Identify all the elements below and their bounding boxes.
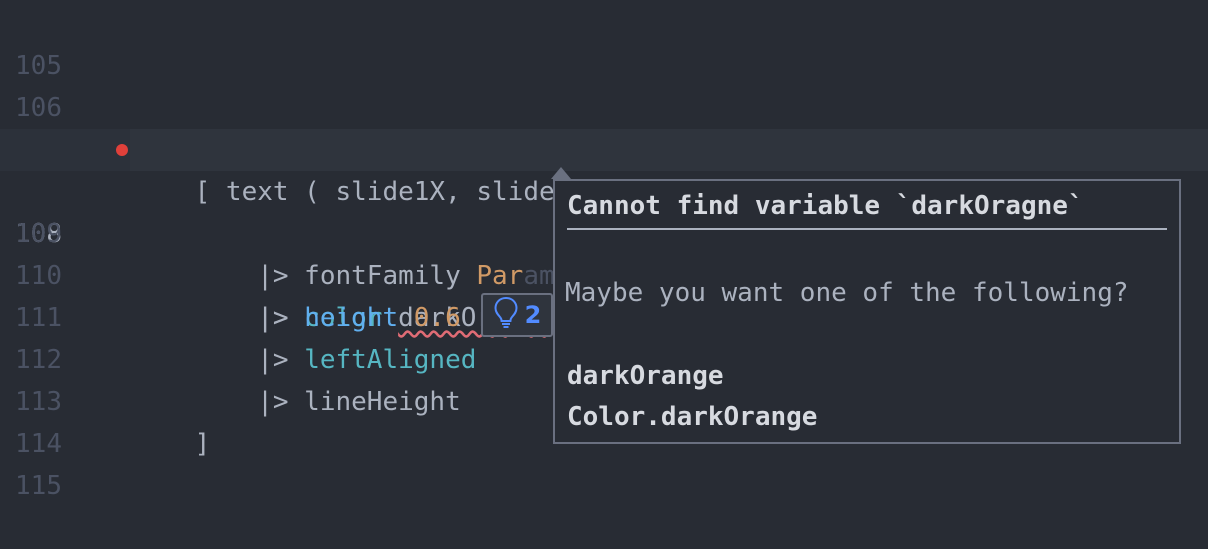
code-line-108-current[interactable]: 108 |> color darkOragne xyxy=(0,129,1208,335)
tooltip-title: Cannot find variable `darkOragne` xyxy=(567,191,1084,221)
error-tooltip: Cannot find variable `darkOragne` Maybe … xyxy=(553,179,1181,444)
code-line-106[interactable]: 106 slide1 = xyxy=(0,45,1208,165)
code-line-107[interactable]: 107 [ text ( slide1X, slide1Y ) text1 xyxy=(0,87,1208,207)
lightbulb-icon xyxy=(493,296,519,335)
suggestion-item[interactable]: darkOrange xyxy=(567,361,724,391)
suggestion-item[interactable]: Color.darkOrange xyxy=(567,402,817,432)
current-line-highlight xyxy=(130,129,1208,171)
line-number: 115 xyxy=(15,471,62,501)
error-dot-icon[interactable] xyxy=(116,144,128,156)
code-line-105[interactable]: 105 xyxy=(0,3,1208,81)
tooltip-pointer xyxy=(551,167,571,179)
quick-fix-button[interactable]: 2 xyxy=(481,293,553,337)
tooltip-message: Maybe you want one of the following? xyxy=(565,278,1129,308)
tooltip-divider xyxy=(567,228,1167,230)
quick-fix-count: 2 xyxy=(524,301,542,329)
